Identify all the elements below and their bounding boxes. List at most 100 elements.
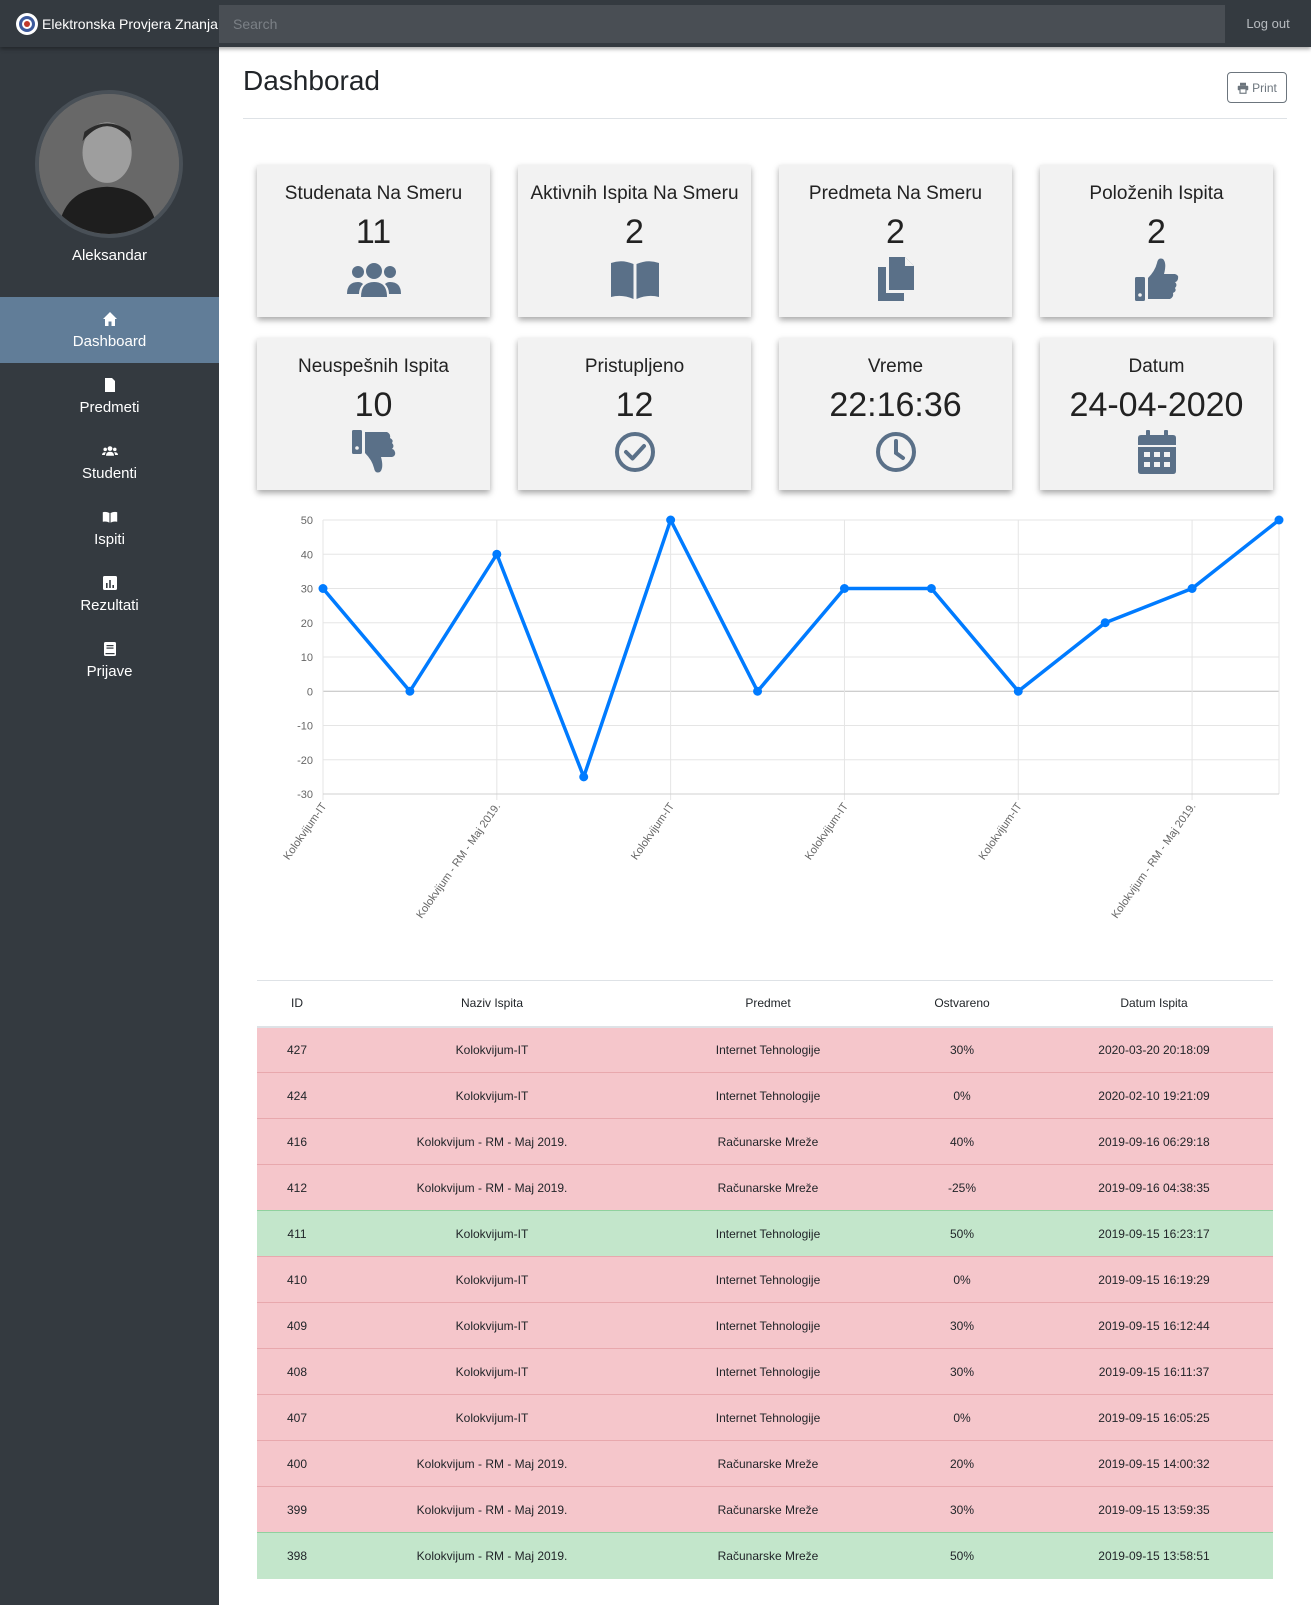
cell-id: 398: [257, 1532, 337, 1579]
sidebar-item-dashboard[interactable]: Dashboard: [0, 297, 219, 363]
card-label: Položenih Ispita: [1089, 183, 1224, 204]
table-row[interactable]: 408 Kolokvijum-IT Internet Tehnologije 30% 2…: [257, 1348, 1273, 1395]
cell-datum: 2019-09-16 06:29:18: [1035, 1118, 1273, 1165]
cell-predmet: Računarske Mreže: [647, 1532, 889, 1579]
card-value: 11: [355, 213, 392, 251]
col-header-id[interactable]: ID: [257, 980, 337, 1028]
cell-id: 412: [257, 1164, 337, 1211]
cell-id: 411: [257, 1210, 337, 1257]
cell-id: 407: [257, 1394, 337, 1441]
cell-predmet: Internet Tehnologije: [647, 1348, 889, 1395]
brand-name: Elektronska Provjera Znanja: [42, 15, 218, 32]
results-table: ID Naziv Ispita Predmet Ostvareno Datum …: [257, 980, 1273, 1579]
sidebar-item-studenti[interactable]: Studenti: [0, 429, 219, 495]
card-value: 2: [886, 213, 905, 251]
cell-id: 424: [257, 1072, 337, 1119]
col-header-ostvareno[interactable]: Ostvareno: [889, 980, 1035, 1028]
table-row[interactable]: 427 Kolokvijum-IT Internet Tehnologije 30% 2…: [257, 1026, 1273, 1073]
data-point: [1187, 584, 1197, 593]
cell-naziv: Kolokvijum - RM - Maj 2019.: [337, 1486, 647, 1533]
col-header-predmet[interactable]: Predmet: [647, 980, 889, 1028]
table-row[interactable]: 400 Kolokvijum - RM - Maj 2019. Računarske…: [257, 1440, 1273, 1487]
sidebar-item-label: Prijave: [86, 662, 133, 680]
search-input[interactable]: [233, 15, 1225, 32]
cell-predmet: Računarske Mreže: [647, 1164, 889, 1211]
copy-icon: [877, 257, 914, 301]
cell-naziv: Kolokvijum-IT: [337, 1394, 647, 1441]
cell-datum: 2020-02-10 19:21:09: [1035, 1072, 1273, 1119]
cell-ostvareno: 0%: [889, 1394, 1035, 1441]
results-line-chart: 50403020100-10-20-30Kolokvijum-IT Kolokvi…: [281, 515, 1284, 921]
sidebar-item-label: Studenti: [81, 464, 138, 482]
notebook-icon: [103, 641, 116, 656]
sidebar-item-label: Dashboard: [72, 332, 147, 350]
cell-naziv: Kolokvijum-IT: [337, 1210, 647, 1257]
clock-icon: [875, 432, 916, 472]
check-circle-icon: [614, 432, 655, 472]
sidebar-item-rezultati[interactable]: Rezultati: [0, 561, 219, 627]
table-row[interactable]: 424 Kolokvijum-IT Internet Tehnologije 0% 20…: [257, 1072, 1273, 1119]
cell-predmet: Internet Tehnologije: [647, 1302, 889, 1349]
card-label: Aktivnih Ispita Na Smeru: [530, 183, 739, 204]
sidebar-item-label: Rezultati: [80, 596, 139, 614]
table-row[interactable]: 398 Kolokvijum - RM - Maj 2019. Računarske…: [257, 1532, 1273, 1579]
cell-ostvareno: 50%: [889, 1532, 1035, 1579]
cell-ostvareno: 30%: [889, 1026, 1035, 1073]
cell-predmet: Internet Tehnologije: [647, 1026, 889, 1073]
data-point: [666, 515, 676, 525]
file-icon: [104, 377, 115, 392]
cell-naziv: Kolokvijum - RM - Maj 2019.: [337, 1532, 647, 1579]
sidebar: Aleksandar Dashboard Predmeti Studenti I…: [0, 47, 219, 1605]
cell-datum: 2020-03-20 20:18:09: [1035, 1026, 1273, 1073]
sidebar-item-label: Predmeti: [79, 398, 140, 416]
data-point: [318, 584, 328, 593]
print-button[interactable]: Print: [1227, 72, 1287, 103]
table-row[interactable]: 416 Kolokvijum - RM - Maj 2019. Računarske…: [257, 1118, 1273, 1165]
top-navbar: Elektronska Provjera Znanja Log out: [0, 0, 1311, 47]
cell-id: 409: [257, 1302, 337, 1349]
table-row[interactable]: 410 Kolokvijum-IT Internet Tehnologije 0% 20…: [257, 1256, 1273, 1303]
col-header-naziv[interactable]: Naziv Ispita: [337, 980, 647, 1028]
stat-card-neuspesnih: Neuspešnih Ispita 10: [257, 338, 490, 490]
cell-id: 410: [257, 1256, 337, 1303]
brand[interactable]: Elektronska Provjera Znanja: [0, 0, 219, 47]
cell-predmet: Internet Tehnologije: [647, 1072, 889, 1119]
cell-naziv: Kolokvijum-IT: [337, 1026, 647, 1073]
col-header-datum[interactable]: Datum Ispita: [1035, 980, 1273, 1028]
book-open-icon: [610, 261, 659, 299]
y-tick-label: -20: [297, 755, 313, 767]
logout-link[interactable]: Log out: [1225, 16, 1311, 31]
data-point: [839, 584, 849, 593]
thumbs-up-icon: [1134, 258, 1178, 301]
cell-predmet: Računarske Mreže: [647, 1118, 889, 1165]
cell-ostvareno: 0%: [889, 1072, 1035, 1119]
stat-card-studenata: Studenata Na Smeru 11: [257, 165, 490, 317]
data-point: [753, 686, 763, 696]
cell-naziv: Kolokvijum-IT: [337, 1072, 647, 1119]
table-row[interactable]: 399 Kolokvijum - RM - Maj 2019. Računarske…: [257, 1486, 1273, 1533]
sidebar-item-ispiti[interactable]: Ispiti: [0, 495, 219, 561]
table-row[interactable]: 411 Kolokvijum-IT Internet Tehnologije 50% 2…: [257, 1210, 1273, 1257]
table-row[interactable]: 407 Kolokvijum-IT Internet Tehnologije 0% 20…: [257, 1394, 1273, 1441]
stat-card-predmeta: Predmeta Na Smeru 2: [779, 165, 1012, 317]
cell-predmet: Računarske Mreže: [647, 1440, 889, 1487]
cell-id: 408: [257, 1348, 337, 1395]
cell-datum: 2019-09-15 16:19:29: [1035, 1256, 1273, 1303]
cell-naziv: Kolokvijum-IT: [337, 1256, 647, 1303]
data-point: [1100, 618, 1110, 628]
sidebar-item-prijave[interactable]: Prijave: [0, 627, 219, 693]
table-row[interactable]: 412 Kolokvijum - RM - Maj 2019. Računarske…: [257, 1164, 1273, 1211]
cell-datum: 2019-09-15 16:23:17: [1035, 1210, 1273, 1257]
print-label: Print: [1252, 80, 1277, 95]
cell-id: 400: [257, 1440, 337, 1487]
cell-naziv: Kolokvijum-IT: [337, 1348, 647, 1395]
y-tick-label: 20: [301, 618, 313, 630]
table-row[interactable]: 409 Kolokvijum-IT Internet Tehnologije 30% 2…: [257, 1302, 1273, 1349]
bar-chart-icon: [102, 575, 117, 590]
page-title: Dashborad: [243, 65, 380, 96]
data-point: [1013, 686, 1023, 696]
series-line: [321, 518, 1281, 779]
sidebar-item-predmeti[interactable]: Predmeti: [0, 363, 219, 429]
data-point: [1274, 515, 1284, 525]
y-tick-label: 30: [301, 584, 313, 596]
